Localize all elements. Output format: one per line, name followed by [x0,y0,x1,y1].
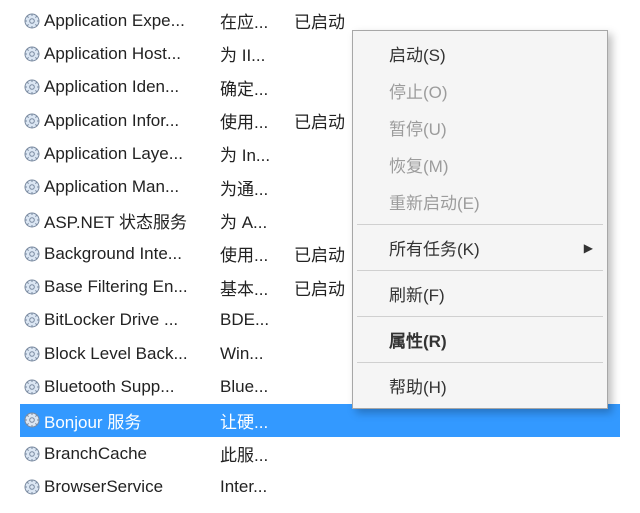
service-description: 使用... [220,241,294,266]
menu-item: 重新启动(E) [355,183,605,220]
service-name: Application Infor... [44,111,220,131]
menu-separator [357,316,603,317]
menu-item-label: 停止(O) [389,83,448,102]
service-name: ASP.NET 状态服务 [44,208,220,233]
service-status: 已启动 [294,108,354,133]
menu-item[interactable]: 属性(R) [355,321,605,358]
service-description: 为 A... [220,208,294,233]
menu-item: 暂停(U) [355,109,605,146]
service-name: Application Host... [44,44,220,64]
service-icon-cell [20,12,44,30]
menu-item-label: 恢复(M) [389,157,448,176]
menu-item-label: 刷新(F) [389,286,445,305]
service-name: BrowserService [44,477,220,497]
menu-separator [357,270,603,271]
menu-item-label: 属性(R) [389,332,447,351]
menu-item[interactable]: 启动(S) [355,35,605,72]
submenu-arrow-icon: ▶ [584,241,593,255]
service-description: Blue... [220,377,294,397]
service-name: Application Iden... [44,77,220,97]
service-description: 此服... [220,441,294,466]
service-icon [23,145,41,163]
menu-item-label: 所有任务(K) [389,240,480,259]
service-icon-cell [20,245,44,263]
menu-item-label: 暂停(U) [389,120,447,139]
service-name: Block Level Back... [44,344,220,364]
service-icon-cell [20,445,44,463]
service-name: Application Laye... [44,144,220,164]
menu-item: 恢复(M) [355,146,605,183]
service-icon-cell [20,211,44,229]
service-description: Inter... [220,477,294,497]
service-description: BDE... [220,310,294,330]
service-name: Application Man... [44,177,220,197]
service-icon [23,245,41,263]
service-description: 为 In... [220,141,294,166]
service-icon [23,12,41,30]
service-description: 为通... [220,175,294,200]
service-status: 已启动 [294,241,354,266]
service-status: 已启动 [294,275,354,300]
service-icon-cell [20,45,44,63]
service-description: 使用... [220,108,294,133]
service-icon-cell [20,478,44,496]
service-icon-cell [20,278,44,296]
service-status: 已启动 [294,8,354,33]
service-name: BitLocker Drive ... [44,310,220,330]
service-name: Background Inte... [44,244,220,264]
menu-separator [357,362,603,363]
service-description: 为 II... [220,41,294,66]
service-description: 基本... [220,275,294,300]
service-icon [23,278,41,296]
service-icon [23,211,41,229]
context-menu[interactable]: 启动(S) 停止(O) 暂停(U) 恢复(M) 重新启动(E) 所有任务(K) ▶ 刷新(F)… [352,30,608,409]
menu-item[interactable]: 刷新(F) [355,275,605,312]
menu-item[interactable]: 所有任务(K) ▶ [355,229,605,266]
service-name: BranchCache [44,444,220,464]
menu-item: 停止(O) [355,72,605,109]
service-icon-cell [20,112,44,130]
service-icon-cell [20,345,44,363]
service-icon [23,78,41,96]
service-icon-cell [20,78,44,96]
menu-item[interactable]: 帮助(H) [355,367,605,404]
service-icon [23,445,41,463]
service-icon-cell [20,411,44,429]
service-icon [23,345,41,363]
service-icon-cell [20,178,44,196]
service-row[interactable]: BranchCache此服... [20,437,620,470]
service-icon [23,178,41,196]
service-icon [23,411,41,429]
menu-item-label: 启动(S) [389,46,446,65]
service-description: 确定... [220,75,294,100]
service-icon [23,311,41,329]
service-name: Bonjour 服务 [44,408,220,433]
service-name: Bluetooth Supp... [44,377,220,397]
service-icon-cell [20,378,44,396]
menu-item-label: 重新启动(E) [389,194,480,213]
service-icon-cell [20,145,44,163]
service-icon [23,45,41,63]
service-icon-cell [20,311,44,329]
service-name: Base Filtering En... [44,277,220,297]
menu-separator [357,224,603,225]
service-description: 让硬... [220,408,294,433]
service-icon [23,112,41,130]
service-description: 在应... [220,8,294,33]
menu-item-label: 帮助(H) [389,378,447,397]
service-name: Application Expe... [44,11,220,31]
service-icon [23,478,41,496]
service-row[interactable]: BrowserServiceInter... [20,470,620,503]
service-description: Win... [220,344,294,364]
service-icon [23,378,41,396]
